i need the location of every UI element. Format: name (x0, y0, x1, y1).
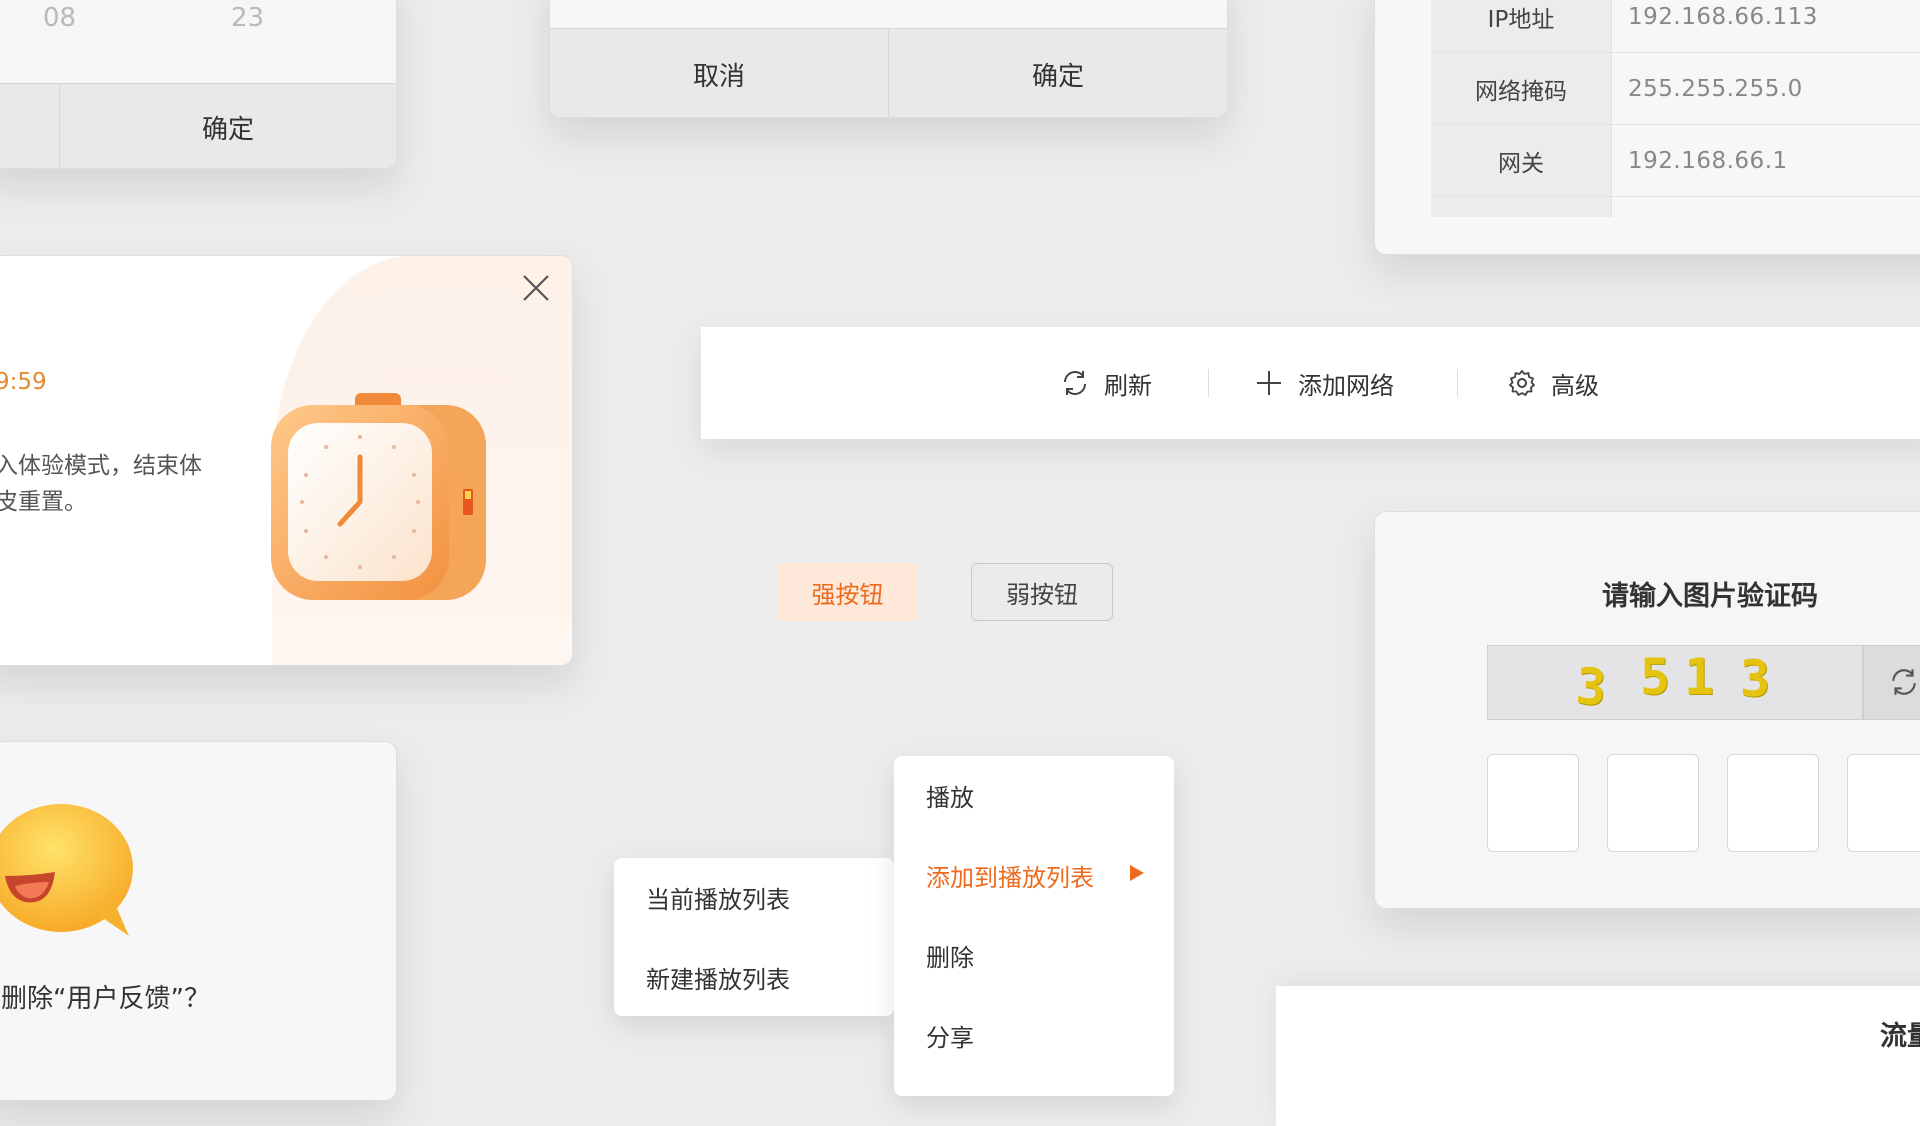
captcha-digit: 1 (1684, 648, 1715, 706)
menu-item-add-to-playlist[interactable]: 添加到播放列表 (926, 858, 1094, 893)
delete-feedback-dialog: 删除“用户反馈”？ (0, 741, 397, 1101)
menu-item-current-playlist[interactable]: 当前播放列表 (646, 880, 790, 915)
cancel-button[interactable]: 取消 (550, 29, 888, 117)
hour-value[interactable]: 08 (43, 3, 76, 33)
ip-value: 192.168.66.113 (1628, 3, 1818, 30)
confirm-dialog: 取消 确定 (549, 0, 1228, 118)
gear-icon (1509, 370, 1535, 396)
context-menu: 播放 添加到播放列表 删除 分享 (894, 756, 1174, 1096)
captcha-title: 请输入图片验证码 (1602, 581, 1818, 612)
traffic-panel: 流量 (1276, 986, 1920, 1126)
countdown-text: 9:59 (0, 369, 47, 395)
captcha-digit: 5 (1640, 648, 1671, 706)
captcha-dialog: 请输入图片验证码 3 5 1 3 (1374, 511, 1920, 909)
time-confirm-button[interactable]: 确定 (59, 84, 396, 168)
network-toolbar: 刷新 添加网络 高级 (701, 327, 1920, 439)
strong-button[interactable]: 强按钮 (777, 563, 918, 621)
time-cancel-button[interactable] (0, 84, 59, 168)
netmask-key: 网络掩码 (1431, 53, 1612, 124)
captcha-input-box[interactable] (1607, 754, 1699, 852)
add-network-button[interactable]: 添加网络 (1254, 327, 1394, 439)
captcha-refresh-button[interactable] (1863, 645, 1920, 720)
trial-message-line2: 皮重置。 (0, 489, 87, 515)
plus-icon (1257, 371, 1281, 395)
gateway-value: 192.168.66.1 (1628, 147, 1788, 174)
weak-button[interactable]: 弱按钮 (971, 563, 1113, 621)
toolbar-divider (1208, 369, 1209, 397)
time-picker-dialog: 08 23 确定 (0, 0, 397, 169)
confirm-dialog-actions: 取消 确定 (550, 28, 1227, 117)
refresh-button[interactable]: 刷新 (1060, 327, 1152, 439)
captcha-digit: 3 (1574, 657, 1609, 717)
ip-key: IP地址 (1431, 0, 1612, 52)
alarm-clock-icon (271, 393, 486, 600)
network-info-table: IP地址 192.168.66.113 网络掩码 255.255.255.0 网… (1431, 0, 1920, 217)
table-row (1431, 197, 1920, 217)
add-network-label: 添加网络 (1298, 371, 1394, 400)
advanced-button[interactable]: 高级 (1507, 327, 1599, 439)
minute-value[interactable]: 23 (231, 3, 264, 33)
menu-item-delete[interactable]: 删除 (926, 938, 974, 973)
next-value (1612, 197, 1920, 217)
next-key (1431, 197, 1612, 217)
network-info-card: IP地址 192.168.66.113 网络掩码 255.255.255.0 网… (1374, 0, 1920, 255)
captcha-digit: 3 (1740, 650, 1771, 708)
captcha-input-box[interactable] (1727, 754, 1819, 852)
trial-message-line1: 入体验模式，结束体 (0, 453, 202, 479)
captcha-input-box[interactable] (1847, 754, 1920, 852)
menu-item-share[interactable]: 分享 (926, 1018, 974, 1053)
table-row: 网络掩码 255.255.255.0 (1431, 53, 1920, 125)
toolbar-divider (1457, 369, 1458, 397)
gateway-key: 网关 (1431, 125, 1612, 196)
smiley-chat-icon (0, 804, 133, 936)
advanced-label: 高级 (1551, 371, 1599, 400)
submenu-arrow-icon (1130, 865, 1144, 881)
menu-item-new-playlist[interactable]: 新建播放列表 (646, 960, 790, 995)
delete-feedback-prompt: 删除“用户反馈”？ (1, 984, 210, 1014)
menu-item-play[interactable]: 播放 (926, 778, 974, 813)
trial-mode-dialog: 9:59 入体验模式，结束体 皮重置。 (0, 255, 573, 666)
captcha-input-box[interactable] (1487, 754, 1579, 852)
captcha-image: 3 5 1 3 (1487, 645, 1863, 720)
refresh-icon (1064, 371, 1086, 395)
netmask-value: 255.255.255.0 (1628, 75, 1803, 102)
traffic-label: 流量 (1880, 1021, 1920, 1052)
confirm-button[interactable]: 确定 (888, 29, 1227, 117)
close-icon[interactable] (518, 270, 554, 306)
refresh-label: 刷新 (1104, 371, 1152, 400)
time-picker-actions: 确定 (0, 83, 396, 168)
refresh-icon (1892, 669, 1916, 695)
table-row: 网关 192.168.66.1 (1431, 125, 1920, 197)
table-row: IP地址 192.168.66.113 (1431, 0, 1920, 53)
playlist-submenu: 当前播放列表 新建播放列表 (614, 858, 894, 1016)
